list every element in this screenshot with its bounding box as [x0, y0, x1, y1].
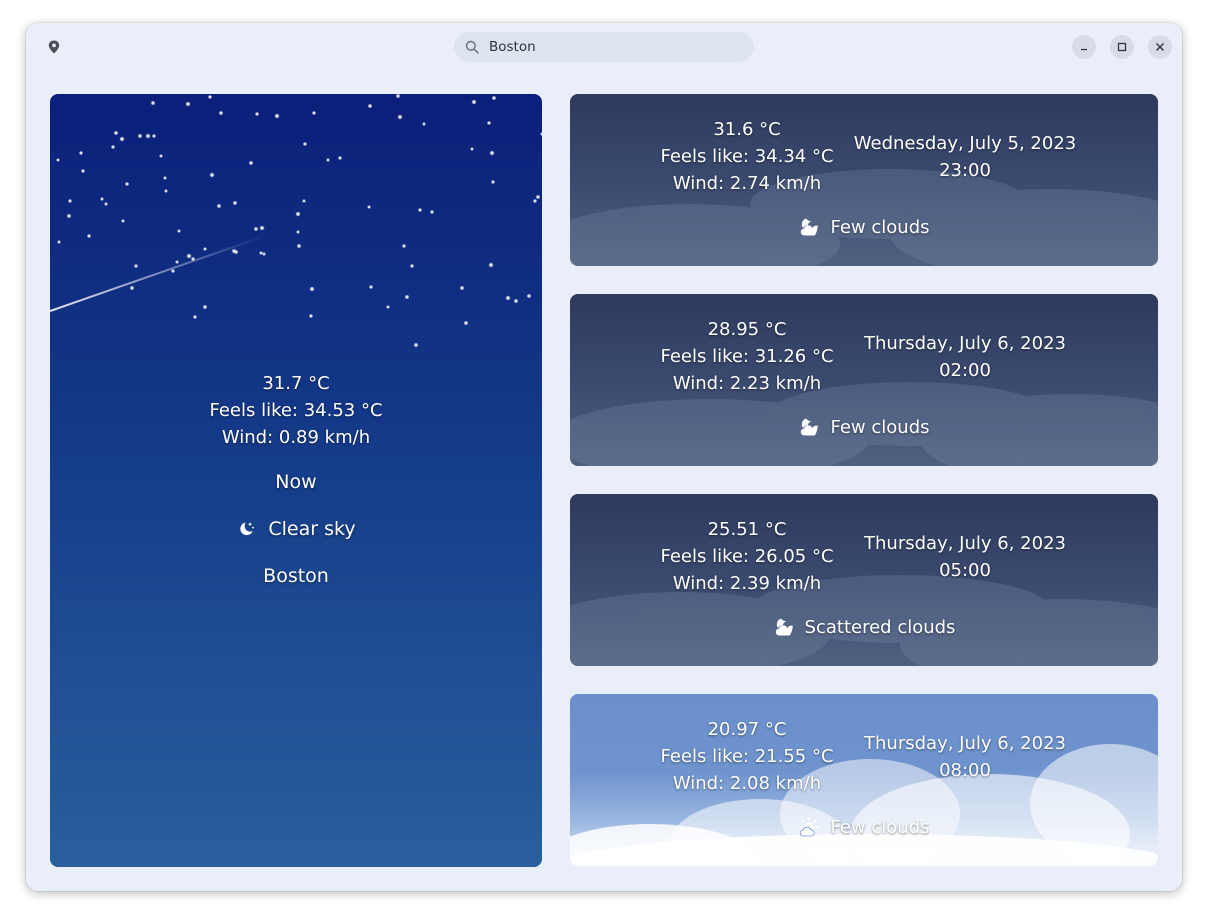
current-weather-card: 31.7 °C Feels like: 34.53 °C Wind: 0.89 …: [50, 94, 542, 867]
forecast-condition-label: Few clouds: [830, 416, 930, 438]
maximize-button[interactable]: [1110, 35, 1134, 59]
forecast-condition-label: Scattered clouds: [804, 616, 956, 638]
header-bar: [26, 23, 1182, 73]
forecast-condition: Few clouds: [570, 216, 1158, 238]
forecast-card: 31.6 °C Feels like: 34.34 °C Wind: 2.74 …: [570, 94, 1158, 266]
app-window: 31.7 °C Feels like: 34.53 °C Wind: 0.89 …: [26, 23, 1182, 891]
forecast-time: 02:00: [939, 360, 991, 381]
maximize-icon: [1117, 42, 1127, 52]
forecast-temperature: 28.95 °C: [707, 319, 787, 340]
search-input[interactable]: [489, 39, 729, 55]
cloud-moon-icon: [798, 216, 820, 238]
current-wind: Wind: 0.89 km/h: [221, 427, 371, 448]
forecast-time: 05:00: [939, 560, 991, 581]
forecast-card: 25.51 °C Feels like: 26.05 °C Wind: 2.39…: [570, 494, 1158, 666]
forecast-temperature: 25.51 °C: [707, 519, 787, 540]
cloud-moon-icon: [773, 616, 795, 638]
minimize-icon: [1081, 48, 1087, 51]
forecast-card: 20.97 °C Feels like: 21.55 °C Wind: 2.08…: [570, 694, 1158, 866]
moon-stars-icon: [236, 519, 256, 539]
forecast-condition: Scattered clouds: [570, 616, 1158, 638]
forecast-condition: Few clouds: [570, 416, 1158, 438]
current-city: Boston: [263, 565, 329, 587]
forecast-wind: Wind: 2.23 km/h: [672, 373, 822, 394]
current-feels-like: Feels like: 34.53 °C: [209, 400, 383, 421]
close-icon: [1156, 43, 1164, 51]
current-condition: Clear sky: [50, 518, 542, 540]
location-button[interactable]: [44, 37, 64, 57]
forecast-wind: Wind: 2.39 km/h: [672, 573, 822, 594]
forecast-feels-like: Feels like: 21.55 °C: [660, 746, 834, 767]
cloud-sun-icon: [798, 816, 820, 838]
map-pin-icon: [48, 40, 60, 54]
forecast-condition-label: Few clouds: [830, 816, 930, 838]
close-button[interactable]: [1148, 35, 1172, 59]
forecast-wind: Wind: 2.08 km/h: [672, 773, 822, 794]
forecast-time: 23:00: [939, 160, 991, 181]
current-temperature: 31.7 °C: [262, 373, 330, 394]
forecast-condition: Few clouds: [570, 816, 1158, 838]
forecast-feels-like: Feels like: 26.05 °C: [660, 546, 834, 567]
forecast-wind: Wind: 2.74 km/h: [672, 173, 822, 194]
forecast-date: Thursday, July 6, 2023: [864, 733, 1066, 754]
forecast-condition-label: Few clouds: [830, 216, 930, 238]
search-bar[interactable]: [454, 32, 754, 62]
minimize-button[interactable]: [1072, 35, 1096, 59]
cloud-moon-icon: [798, 416, 820, 438]
current-time-label: Now: [275, 471, 317, 493]
forecast-date: Wednesday, July 5, 2023: [853, 133, 1077, 154]
forecast-temperature: 31.6 °C: [713, 119, 781, 140]
forecast-feels-like: Feels like: 31.26 °C: [660, 346, 834, 367]
forecast-date: Thursday, July 6, 2023: [864, 533, 1066, 554]
forecast-date: Thursday, July 6, 2023: [864, 333, 1066, 354]
forecast-feels-like: Feels like: 34.34 °C: [660, 146, 834, 167]
search-icon: [465, 40, 479, 54]
forecast-time: 08:00: [939, 760, 991, 781]
forecast-temperature: 20.97 °C: [707, 719, 787, 740]
forecast-card: 28.95 °C Feels like: 31.26 °C Wind: 2.23…: [570, 294, 1158, 466]
current-readings: 31.7 °C Feels like: 34.53 °C Wind: 0.89 …: [50, 370, 542, 451]
current-condition-label: Clear sky: [268, 518, 356, 540]
